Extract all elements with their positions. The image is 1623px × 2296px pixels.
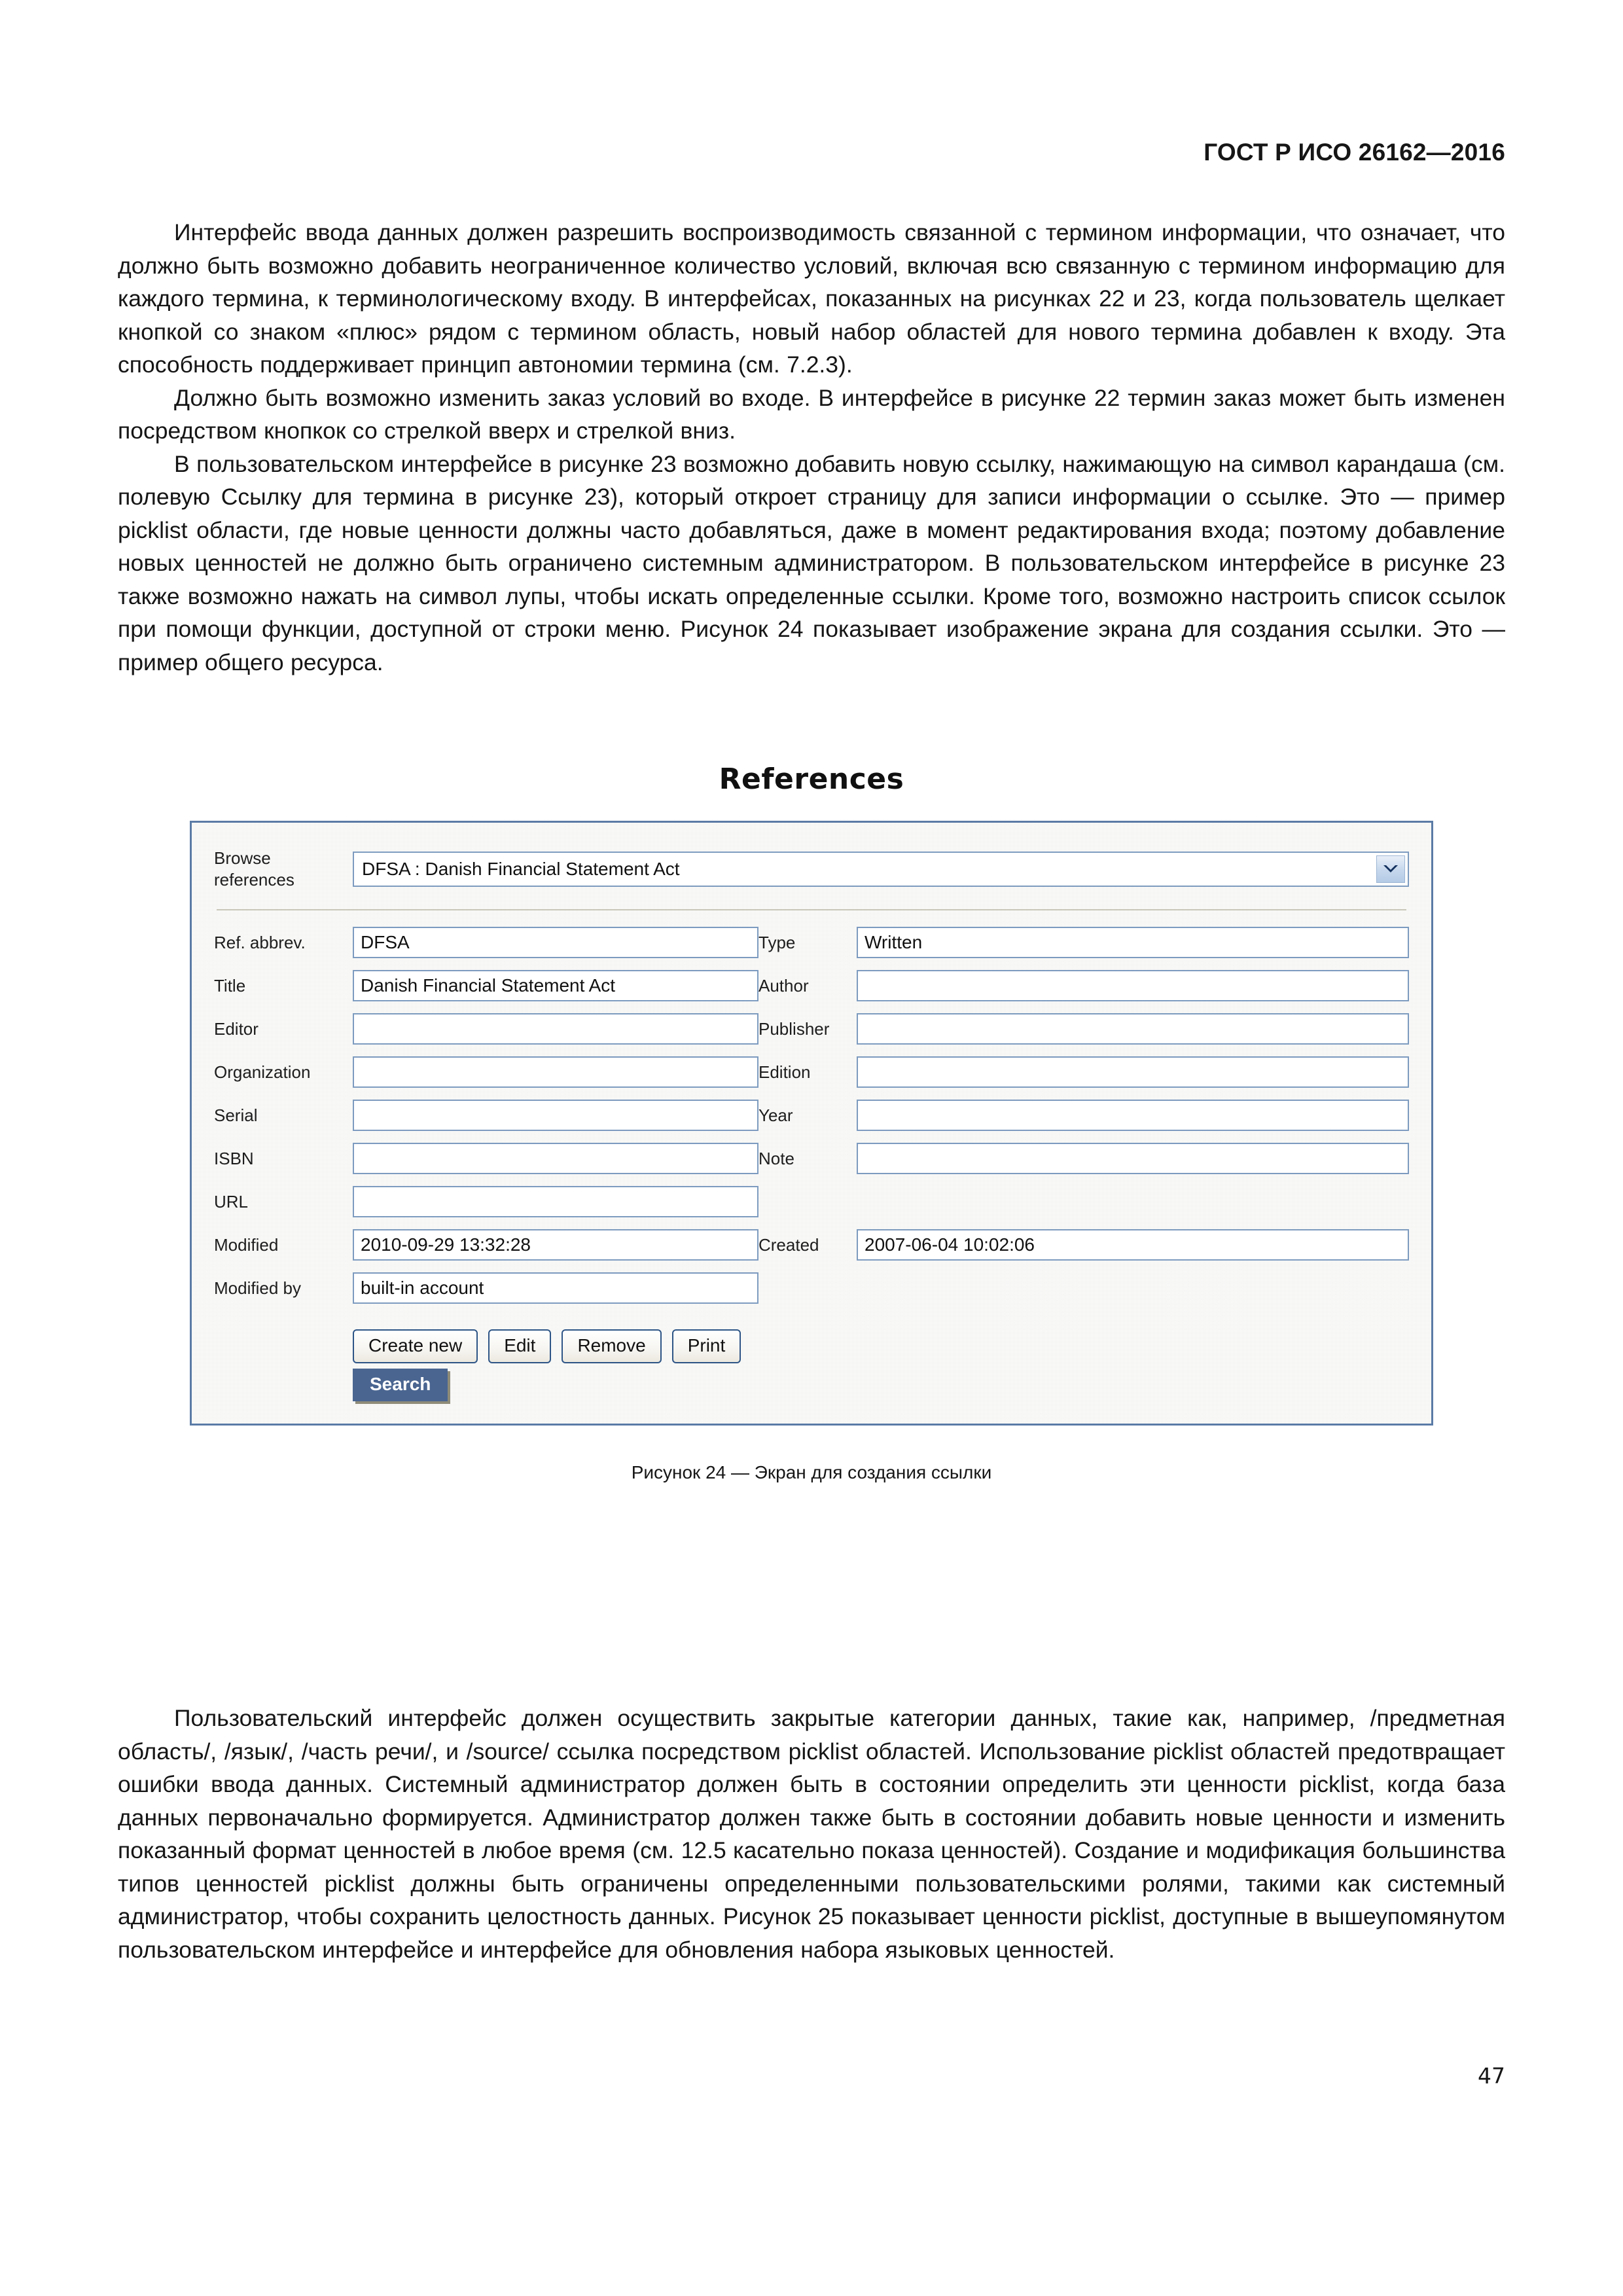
- search-button[interactable]: Search: [353, 1369, 448, 1401]
- browse-references-select[interactable]: DFSA : Danish Financial Statement Act: [353, 852, 1409, 887]
- field-label-isbn: ISBN: [214, 1149, 254, 1168]
- reference-fields-grid: Ref. abbrev. DFSA Type Written Title Dan…: [214, 921, 1409, 1310]
- field-label-ref-abbrev: Ref. abbrev.: [214, 933, 306, 952]
- body-text-top: Интерфейс ввода данных должен разрешить …: [118, 216, 1505, 679]
- field-label-year: Year: [758, 1105, 793, 1125]
- field-input-created[interactable]: 2007-06-04 10:02:06: [857, 1229, 1409, 1261]
- body-text-bottom: Пользовательский интерфейс должен осущес…: [118, 1702, 1505, 1966]
- browse-references-label-line2: references: [214, 870, 294, 889]
- field-label-edition: Edition: [758, 1062, 811, 1082]
- remove-button[interactable]: Remove: [562, 1329, 662, 1363]
- figure-caption: Рисунок 24 — Экран для создания ссылки: [631, 1462, 992, 1482]
- edit-button[interactable]: Edit: [488, 1329, 552, 1363]
- document-header-standard-number: ГОСТ Р ИСО 26162—2016: [1204, 139, 1505, 166]
- field-label-serial: Serial: [214, 1105, 258, 1125]
- field-input-author[interactable]: [857, 970, 1409, 1001]
- print-button[interactable]: Print: [671, 1329, 741, 1363]
- field-label-publisher: Publisher: [758, 1019, 830, 1039]
- figure-24: References Browse references DFSA : Dani…: [118, 762, 1505, 1483]
- field-label-author: Author: [758, 976, 809, 996]
- search-button-row: Search: [353, 1369, 1409, 1401]
- paragraph: Интерфейс ввода данных должен разрешить …: [118, 219, 1505, 378]
- field-input-organization[interactable]: [353, 1056, 758, 1088]
- field-label-created: Created: [758, 1235, 819, 1255]
- field-input-type[interactable]: Written: [857, 927, 1409, 958]
- field-input-serial[interactable]: [353, 1100, 758, 1131]
- references-form-panel: Browse references DFSA : Danish Financia…: [190, 821, 1433, 1426]
- field-label-url: URL: [214, 1192, 249, 1211]
- field-input-modified-by[interactable]: built-in account: [353, 1272, 758, 1304]
- field-input-modified[interactable]: 2010-09-29 13:32:28: [353, 1229, 758, 1261]
- browse-references-selected-value: DFSA : Danish Financial Statement Act: [362, 859, 680, 879]
- browse-references-label-line1: Browse: [214, 848, 271, 868]
- field-input-editor[interactable]: [353, 1013, 758, 1045]
- create-new-button[interactable]: Create new: [353, 1329, 478, 1363]
- paragraph: Должно быть возможно изменить заказ усло…: [118, 384, 1505, 444]
- field-input-ref-abbrev[interactable]: DFSA: [353, 927, 758, 958]
- field-input-url[interactable]: [353, 1186, 758, 1217]
- figure-screenshot-title: References: [719, 762, 904, 796]
- field-label-organization: Organization: [214, 1062, 311, 1082]
- field-label-note: Note: [758, 1149, 794, 1168]
- paragraph: Пользовательский интерфейс должен осущес…: [118, 1705, 1505, 1963]
- field-label-modified-by: Modified by: [214, 1278, 301, 1298]
- field-input-edition[interactable]: [857, 1056, 1409, 1088]
- document-page: ГОСТ Р ИСО 26162—2016 Интерфейс ввода да…: [0, 0, 1623, 2296]
- panel-separator: [217, 909, 1406, 910]
- field-label-modified: Modified: [214, 1235, 279, 1255]
- field-input-note[interactable]: [857, 1143, 1409, 1174]
- field-input-title[interactable]: Danish Financial Statement Act: [353, 970, 758, 1001]
- field-input-year[interactable]: [857, 1100, 1409, 1131]
- field-label-type: Type: [758, 933, 796, 952]
- browse-references-label: Browse references: [214, 848, 353, 891]
- grid-spacer-label-2: [758, 1288, 857, 1289]
- field-label-title: Title: [214, 976, 246, 996]
- field-input-publisher[interactable]: [857, 1013, 1409, 1045]
- field-label-editor: Editor: [214, 1019, 259, 1039]
- field-input-isbn[interactable]: [353, 1143, 758, 1174]
- page-number: 47: [1478, 2063, 1505, 2089]
- browse-references-row: Browse references DFSA : Danish Financia…: [214, 842, 1409, 895]
- paragraph: В пользовательском интерфейсе в рисунке …: [118, 450, 1505, 675]
- grid-spacer-input-2: [857, 1288, 1409, 1289]
- chevron-down-icon[interactable]: [1376, 855, 1405, 883]
- action-button-row: Create new Edit Remove Print: [353, 1329, 1409, 1363]
